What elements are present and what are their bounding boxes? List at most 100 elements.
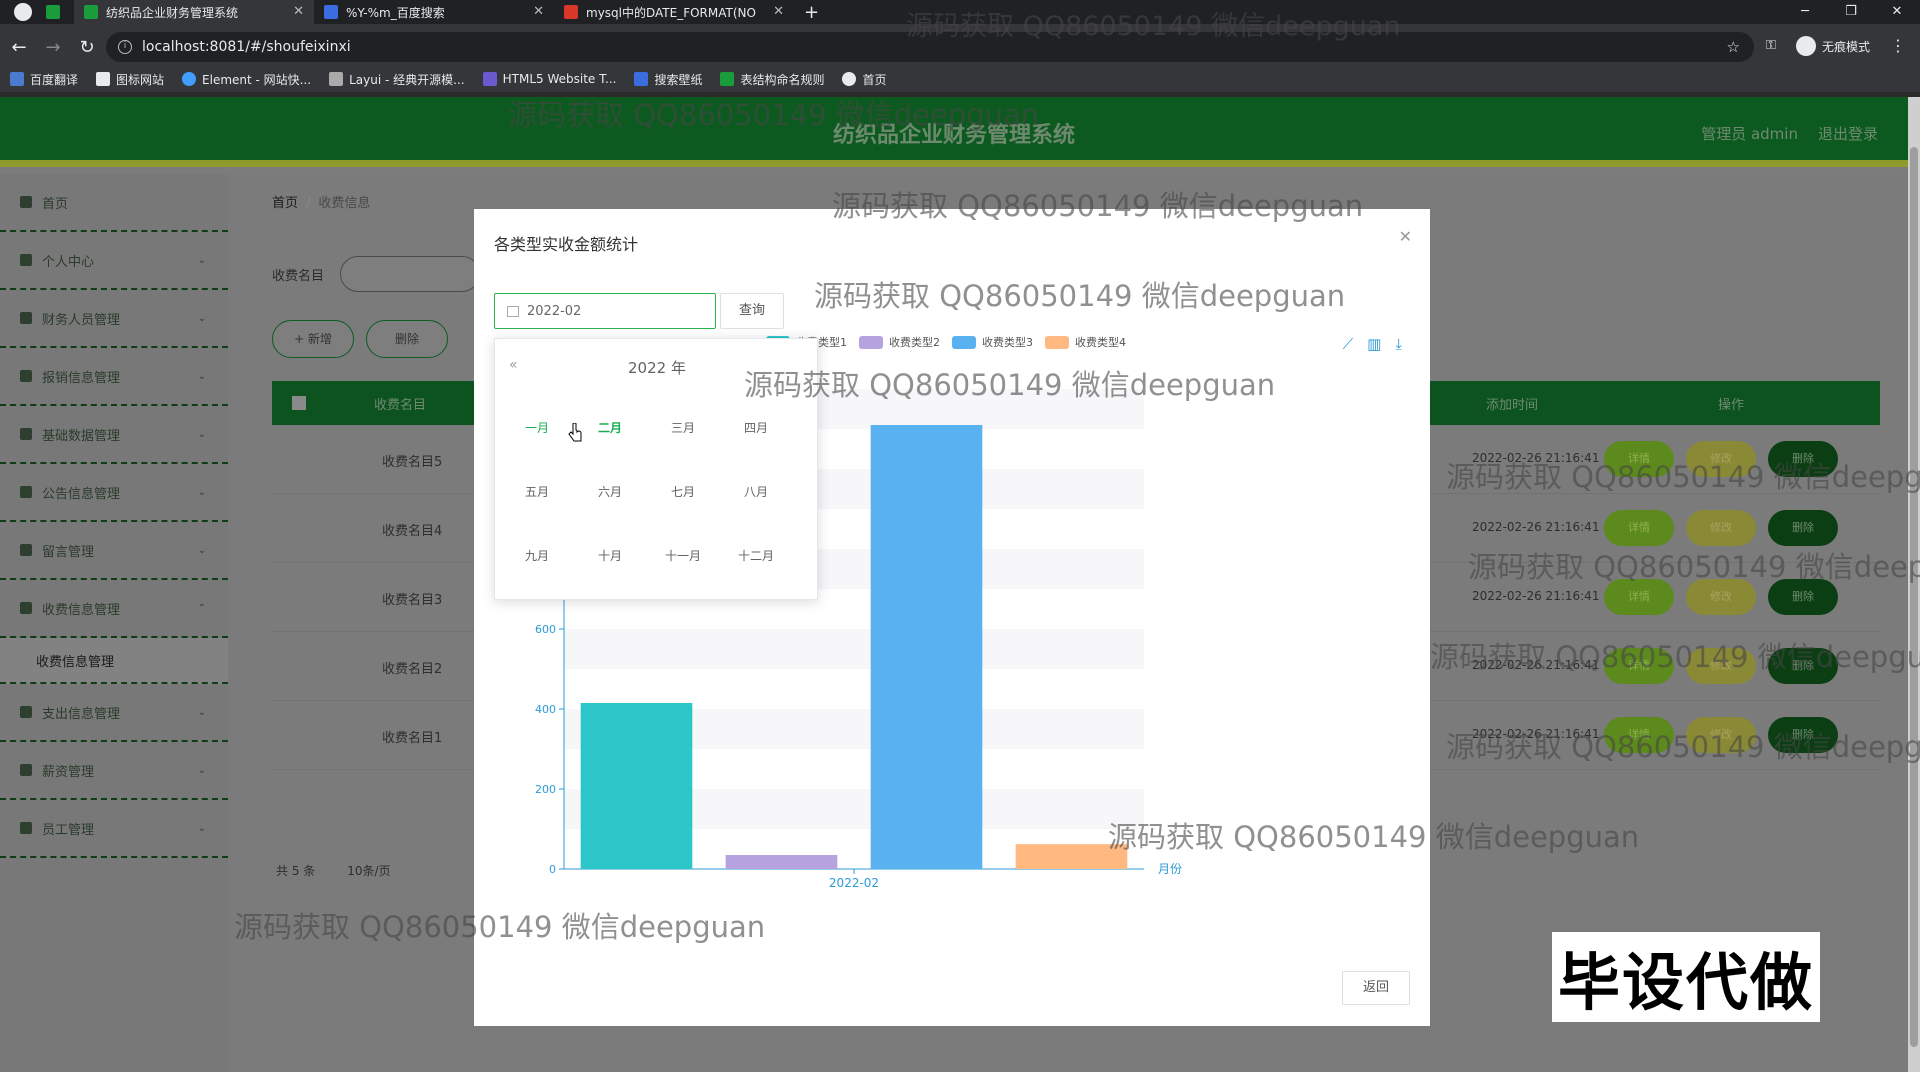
- month-cell[interactable]: 二月: [580, 419, 640, 436]
- sidebar-item-home[interactable]: 首页: [0, 174, 228, 232]
- header-user-area: 管理员 admin 退出登录: [1681, 123, 1878, 144]
- app-icon: [46, 5, 60, 19]
- bookmark-2[interactable]: 图标网站: [96, 71, 164, 88]
- url-text[interactable]: localhost:8081/#/shoufeixinxi: [142, 39, 351, 55]
- month-cell[interactable]: 七月: [653, 483, 713, 500]
- bookmark-icon: [842, 72, 857, 86]
- watermark-text: 源码获取 QQ86050149 微信deepguan: [906, 11, 1401, 42]
- month-cell[interactable]: 十二月: [726, 547, 786, 564]
- scrollbar-thumb[interactable]: [1910, 147, 1918, 1047]
- tab-close-icon[interactable]: ✕: [533, 4, 544, 19]
- row-name: 收费名目2: [382, 662, 443, 677]
- bar-chart-icon[interactable]: ▥: [1367, 335, 1381, 353]
- chevron-down-icon: ⌄: [197, 312, 206, 324]
- select-all-checkbox[interactable]: [292, 396, 306, 410]
- sidebar-item-message[interactable]: 留言管理 ⌄: [0, 522, 228, 580]
- month-cell[interactable]: 一月: [507, 419, 567, 436]
- bookmark-6[interactable]: 搜索壁纸: [634, 71, 702, 88]
- page-size-select[interactable]: 10条/页: [347, 864, 390, 878]
- chevron-down-icon: ⌄: [197, 822, 206, 834]
- delete-button[interactable]: 删除: [366, 320, 448, 358]
- sidebar-subitem-charge[interactable]: 收费信息管理: [0, 638, 228, 684]
- baidu-favicon-icon: [324, 5, 338, 19]
- chart-legend: 收费类型1 收费类型2 收费类型3 收费类型4: [766, 334, 1138, 350]
- month-cell[interactable]: 八月: [726, 483, 786, 500]
- csdn-favicon-icon: [564, 5, 578, 19]
- month-cell[interactable]: 三月: [653, 419, 713, 436]
- kebab-menu-icon[interactable]: ⋮: [1890, 36, 1906, 55]
- forward-icon[interactable]: →: [38, 37, 68, 58]
- bookmark-7[interactable]: 表结构命名规则: [720, 71, 824, 88]
- month-date-input[interactable]: 2022-02: [494, 293, 716, 329]
- tab-close-icon[interactable]: ✕: [293, 4, 304, 19]
- sidebar-item-label: 公告信息管理: [42, 486, 121, 502]
- legend-item[interactable]: 收费类型3: [952, 334, 1033, 350]
- close-icon[interactable]: ✕: [1399, 227, 1412, 246]
- breadcrumb-home[interactable]: 首页: [272, 196, 298, 211]
- month-cell[interactable]: 五月: [507, 483, 567, 500]
- filter-input[interactable]: [340, 256, 480, 292]
- key-icon[interactable]: ⚿: [1766, 38, 1776, 53]
- legend-item[interactable]: 收费类型4: [1045, 334, 1126, 350]
- month-cell[interactable]: 四月: [726, 419, 786, 436]
- add-button[interactable]: + 新增: [272, 320, 354, 358]
- tab-title: %Y-%m_百度搜索: [346, 5, 445, 20]
- bookmark-4[interactable]: Layui - 经典开源模...: [329, 71, 465, 88]
- browser-tab-3[interactable]: mysql中的DATE_FORMAT(NO ✕: [554, 0, 794, 24]
- download-icon[interactable]: ⤓: [1395, 335, 1402, 353]
- bar-3: [870, 425, 983, 869]
- sidebar-item-profile[interactable]: 个人中心 ⌄: [0, 232, 228, 290]
- browser-tab-1[interactable]: 纺织品企业财务管理系统 ✕: [74, 0, 314, 24]
- new-tab-icon[interactable]: +: [804, 2, 819, 23]
- legend-swatch: [859, 335, 883, 349]
- return-button[interactable]: 返回: [1342, 971, 1410, 1005]
- sidebar-item-employee[interactable]: 员工管理 ⌄: [0, 800, 228, 858]
- sidebar-item-notice[interactable]: 公告信息管理 ⌄: [0, 464, 228, 522]
- sidebar-item-label: 报销信息管理: [42, 370, 121, 386]
- mic-icon: [20, 544, 32, 556]
- browser-tab-2[interactable]: %Y-%m_百度搜索 ✕: [314, 0, 554, 24]
- pagination-total: 共 5 条: [276, 864, 316, 878]
- sidebar-item-finance-staff[interactable]: 财务人员管理 ⌄: [0, 290, 228, 348]
- y-tick-label: 600: [535, 623, 556, 636]
- sidebar-item-base-data[interactable]: 基础数据管理 ⌄: [0, 406, 228, 464]
- query-button[interactable]: 查询: [720, 293, 784, 329]
- browser-menu-icon[interactable]: [14, 3, 32, 21]
- bookmark-star-icon[interactable]: ☆: [1727, 38, 1740, 56]
- line-chart-icon[interactable]: ⟋: [1343, 335, 1354, 353]
- edit-button[interactable]: 修改: [1686, 510, 1756, 546]
- expand-icon: [20, 706, 32, 718]
- row-delete-button[interactable]: 删除: [1768, 510, 1838, 546]
- sidebar-item-expense[interactable]: 支出信息管理 ⌄: [0, 684, 228, 742]
- tab-close-icon[interactable]: ✕: [773, 4, 784, 19]
- minimize-icon[interactable]: ─: [1782, 0, 1828, 24]
- sidebar-item-salary[interactable]: 薪资管理 ⌄: [0, 742, 228, 800]
- sidebar-item-charge[interactable]: 收费信息管理 ⌃: [0, 580, 228, 638]
- bookmark-3[interactable]: Element - 网站快...: [182, 71, 311, 88]
- sidebar-item-label: 基础数据管理: [42, 428, 121, 444]
- breadcrumb-current: 收费信息: [318, 196, 371, 211]
- incognito-indicator[interactable]: 无痕模式: [1796, 36, 1870, 56]
- sidebar-item-label: 薪资管理: [42, 764, 95, 780]
- bookmark-5[interactable]: HTML5 Website T...: [482, 72, 616, 86]
- back-icon[interactable]: ←: [4, 37, 34, 58]
- filter-label: 收费名目: [272, 269, 325, 284]
- detail-button[interactable]: 详情: [1604, 510, 1674, 546]
- month-cell[interactable]: 九月: [507, 547, 567, 564]
- month-cell[interactable]: 十一月: [653, 547, 713, 564]
- bookmark-8[interactable]: 首页: [842, 71, 887, 88]
- tab-title: mysql中的DATE_FORMAT(NO: [586, 5, 756, 20]
- logout-link[interactable]: 退出登录: [1818, 125, 1878, 143]
- sidebar-item-reimburse[interactable]: 报销信息管理 ⌄: [0, 348, 228, 406]
- row-name: 收费名目3: [382, 593, 443, 608]
- window-close-icon[interactable]: ✕: [1874, 0, 1920, 24]
- legend-swatch: [952, 335, 976, 349]
- bookmark-1[interactable]: 百度翻译: [10, 71, 78, 88]
- legend-item[interactable]: 收费类型2: [859, 334, 940, 350]
- month-cell[interactable]: 十月: [580, 547, 640, 564]
- site-info-icon[interactable]: i: [118, 40, 132, 54]
- month-cell[interactable]: 六月: [580, 483, 640, 500]
- chevron-down-icon: ⌄: [197, 544, 206, 556]
- restore-icon[interactable]: ❐: [1828, 0, 1874, 24]
- reload-icon[interactable]: ↻: [72, 37, 102, 58]
